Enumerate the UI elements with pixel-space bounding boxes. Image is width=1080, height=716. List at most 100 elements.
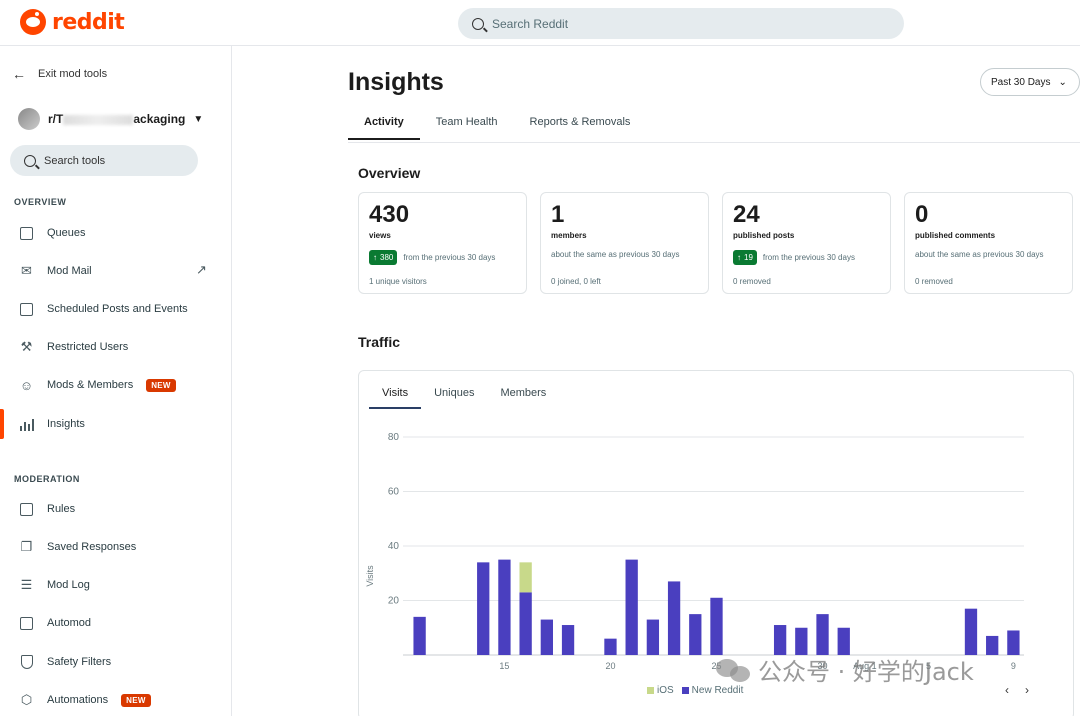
tab-members[interactable]: Members [487,387,559,409]
bar-new-reddit[interactable] [625,559,638,655]
bar-new-reddit[interactable] [477,562,490,655]
sidebar-item-scheduled-posts[interactable]: Scheduled Posts and Events [0,294,231,324]
card-delta: ↑ 380 from the previous 30 days [369,250,495,265]
increase-value: 19 [744,253,753,262]
sidebar-item-restricted-users[interactable]: ⚒ Restricted Users [0,332,231,362]
x-tick-label: 20 [605,661,615,671]
bar-new-reddit[interactable] [561,625,575,655]
bar-new-reddit[interactable] [540,619,553,655]
bar-ios[interactable] [519,562,532,593]
watermark: 公众号 · 好学的Jack [716,652,974,687]
arrow-left-icon: ← [12,66,26,82]
search-tools-input[interactable]: Search tools [10,145,198,176]
bar-new-reddit[interactable] [667,581,681,655]
card-label: published posts [733,231,795,240]
bar-new-reddit[interactable] [1007,630,1020,655]
y-axis-label: Visits [365,565,375,587]
sidebar-item-saved-responses[interactable]: ❐ Saved Responses [0,532,231,562]
card-label: views [369,231,391,240]
tab-reports-removals[interactable]: Reports & Removals [514,116,647,140]
sidebar-item-insights[interactable]: Insights [0,409,231,439]
shield-icon [19,655,34,670]
traffic-bar-chart: 20406080Visits15202530Aug 159 [365,432,1024,671]
bar-new-reddit[interactable] [689,614,702,655]
tab-divider [348,142,1080,143]
delta-text: about the same as previous 30 days [915,250,1044,259]
search-icon [24,154,36,167]
sidebar-item-rules[interactable]: Rules [0,494,231,524]
card-footnote: 0 removed [733,277,771,286]
x-tick-label: 15 [499,661,509,671]
bar-new-reddit[interactable] [816,614,829,655]
bar-new-reddit[interactable] [773,625,787,655]
external-link-icon[interactable]: ↗ [196,262,207,278]
legend-item-ios[interactable]: iOS [647,685,674,696]
published-comments-card: 0 published comments about the same as p… [904,192,1073,294]
saved-response-icon: ❐ [20,539,33,554]
sidebar-item-mod-log[interactable]: ☰ Mod Log [0,570,231,600]
card-delta: about the same as previous 30 days [551,250,680,259]
reddit-search-input[interactable]: Search Reddit [458,8,904,39]
published-posts-card: 24 published posts ↑ 19 from the previous… [722,192,891,294]
search-tools-placeholder: Search tools [44,154,106,167]
hammer-icon: ⚒ [20,339,33,354]
y-tick-label: 80 [388,432,400,443]
subreddit-name: r/T ackaging [48,112,185,126]
top-bar: reddit Search Reddit [0,0,1080,46]
increase-chip: ↑ 380 [369,250,398,265]
chevron-left-icon[interactable]: ‹ [1005,683,1009,697]
period-value: Past 30 Days [991,76,1051,88]
sidebar-item-automations[interactable]: ⬡ Automations NEW [0,685,231,715]
overview-section-heading: OVERVIEW [14,197,67,207]
y-tick-label: 60 [388,487,400,498]
exit-mod-tools-link[interactable]: ← Exit mod tools [12,66,107,82]
bar-new-reddit[interactable] [710,597,723,655]
tab-team-health[interactable]: Team Health [420,116,514,140]
delta-text: from the previous 30 days [403,253,496,262]
bar-new-reddit[interactable] [986,635,999,655]
sidebar-item-label: Insights [47,418,85,430]
traffic-heading: Traffic [358,334,401,350]
bar-new-reddit[interactable] [795,627,808,655]
delta-text: about the same as previous 30 days [551,250,680,259]
sidebar-item-queues[interactable]: Queues [0,218,231,248]
bar-new-reddit[interactable] [519,592,532,655]
redacted-text [63,114,134,125]
sidebar-item-label: Saved Responses [47,541,137,553]
reddit-logo[interactable]: reddit [20,9,125,35]
x-tick-label: 9 [1011,661,1016,671]
chevron-down-icon: ⌄ [1058,76,1067,88]
subreddit-prefix: r/T [48,112,64,126]
sidebar-item-automod[interactable]: Automod [0,608,231,638]
sidebar-item-label: Mod Mail [47,265,92,277]
bar-new-reddit[interactable] [646,619,660,655]
bar-new-reddit[interactable] [604,638,617,655]
chart-pager: ‹ › [1005,683,1029,697]
bar-new-reddit[interactable] [837,627,850,655]
card-label: published comments [915,231,996,240]
subreddit-avatar [18,108,40,130]
sidebar-item-safety-filters[interactable]: Safety Filters [0,647,231,677]
views-card: 430 views ↑ 380 from the previous 30 days… [358,192,527,294]
period-select[interactable]: Past 30 Days ⌄ [980,68,1080,96]
page-title: Insights [348,68,444,96]
bar-chart-icon [19,417,34,432]
tab-uniques[interactable]: Uniques [421,387,487,409]
bar-new-reddit[interactable] [413,616,426,655]
chevron-right-icon[interactable]: › [1025,683,1029,697]
new-badge: NEW [121,693,151,707]
people-icon: ☺ [19,377,34,393]
bar-new-reddit[interactable] [498,559,511,655]
moderation-section-heading: MODERATION [14,474,80,484]
bar-new-reddit[interactable] [964,608,978,655]
card-footnote: 1 unique visitors [369,277,427,286]
exit-mod-tools-label: Exit mod tools [38,68,108,80]
sidebar-item-label: Rules [47,503,76,515]
tab-visits[interactable]: Visits [369,387,422,409]
subreddit-switcher[interactable]: r/T ackaging ▼ [18,108,203,130]
rules-icon [19,502,34,517]
increase-chip: ↑ 19 [733,250,757,265]
tab-activity[interactable]: Activity [348,116,420,140]
sidebar-item-mods-members[interactable]: ☺ Mods & Members NEW [0,370,231,400]
calendar-icon [19,302,34,317]
